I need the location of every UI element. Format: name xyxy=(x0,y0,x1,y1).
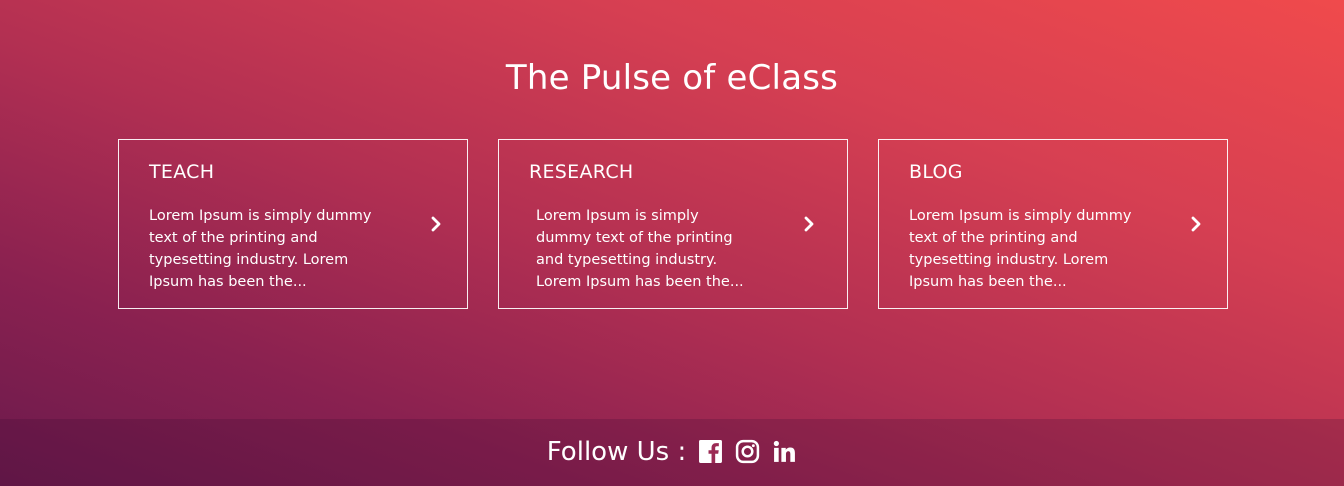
card-teach[interactable]: TEACH Lorem Ipsum is simply dummy text o… xyxy=(118,139,468,309)
instagram-icon[interactable] xyxy=(735,439,760,464)
card-research[interactable]: RESEARCH Lorem Ipsum is simply dummy tex… xyxy=(498,139,848,309)
cards-row: TEACH Lorem Ipsum is simply dummy text o… xyxy=(118,139,1228,309)
card-description: Lorem Ipsum is simply dummy text of the … xyxy=(909,208,1132,290)
follow-us-label: Follow Us : xyxy=(546,436,687,467)
chevron-right-icon[interactable] xyxy=(1189,214,1203,234)
section-title: The Pulse of eClass xyxy=(505,58,839,98)
social-links xyxy=(698,439,797,464)
card-description: Lorem Ipsum is simply dummy text of the … xyxy=(536,208,744,290)
linkedin-icon[interactable] xyxy=(772,439,797,464)
chevron-right-icon[interactable] xyxy=(802,214,816,234)
card-heading: TEACH xyxy=(149,161,215,183)
card-heading: BLOG xyxy=(909,161,963,183)
card-description: Lorem Ipsum is simply dummy text of the … xyxy=(149,208,372,290)
footer-bar: Follow Us : xyxy=(0,419,1344,486)
card-heading: RESEARCH xyxy=(529,161,634,183)
chevron-right-icon[interactable] xyxy=(429,214,443,234)
facebook-icon[interactable] xyxy=(698,439,723,464)
card-blog[interactable]: BLOG Lorem Ipsum is simply dummy text of… xyxy=(878,139,1228,309)
